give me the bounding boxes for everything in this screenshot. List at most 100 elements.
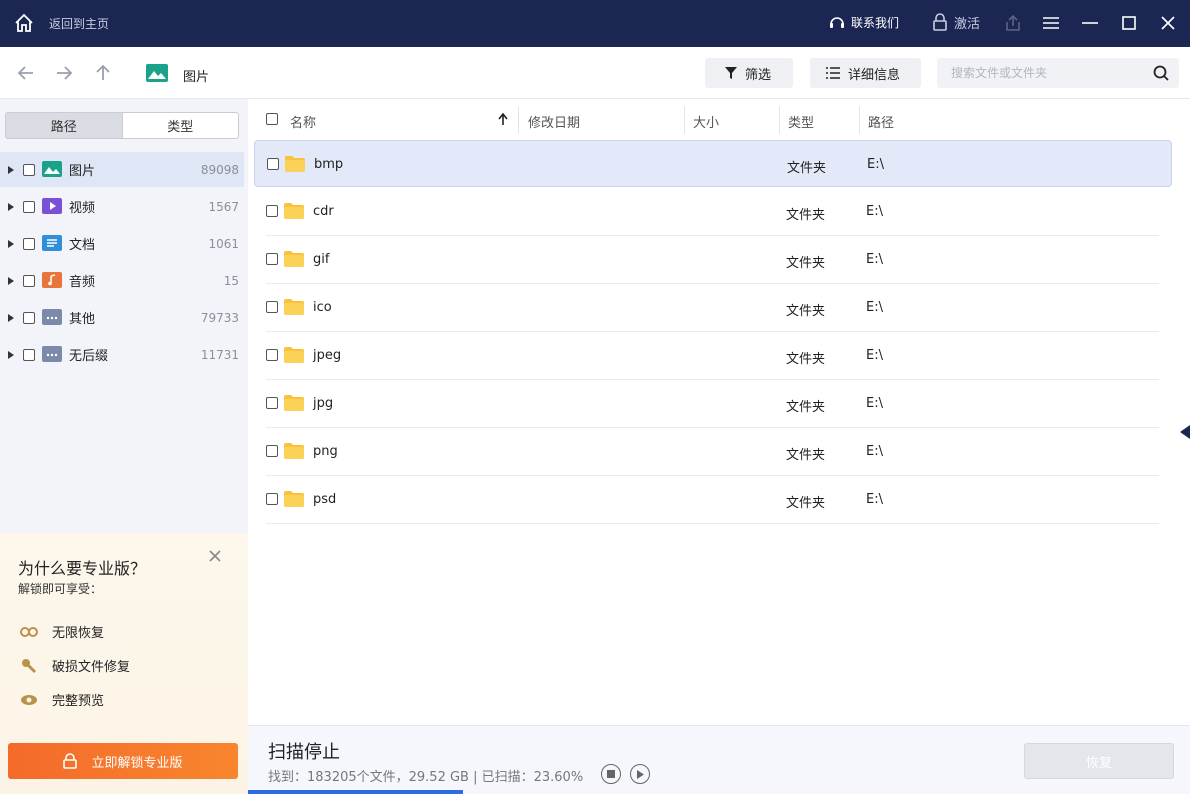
file-type: 文件夹 xyxy=(786,208,826,223)
feature-label: 破损文件修复 xyxy=(52,660,131,675)
expand-triangle-icon[interactable] xyxy=(8,239,14,248)
resume-scan-button[interactable] xyxy=(630,764,650,784)
filter-button[interactable]: 筛选 xyxy=(705,58,793,88)
back-arrow-icon[interactable] xyxy=(17,64,35,82)
row-checkbox[interactable] xyxy=(266,493,278,505)
file-type: 文件夹 xyxy=(786,256,826,271)
column-divider[interactable] xyxy=(779,106,780,134)
file-type: 文件夹 xyxy=(786,304,826,319)
row-checkbox[interactable] xyxy=(266,349,278,361)
table-row[interactable]: psd 文件夹 E:\ xyxy=(266,476,1159,524)
search-box xyxy=(937,58,1179,88)
sidebar-item-label: 其他 xyxy=(69,312,96,327)
file-path: E:\ xyxy=(866,492,883,507)
table-row[interactable]: bmp 文件夹 E:\ xyxy=(254,140,1172,187)
sidebar-item-count: 89098 xyxy=(200,162,239,177)
contact-us-button[interactable]: 联系我们 xyxy=(828,14,899,31)
unlock-pro-button[interactable]: 立即解锁专业版 xyxy=(8,743,238,779)
checkbox[interactable] xyxy=(23,237,35,250)
title-bar: 返回到主页 联系我们 激活 xyxy=(0,0,1190,47)
checkbox[interactable] xyxy=(23,274,35,287)
home-icon[interactable] xyxy=(13,12,35,34)
recover-button[interactable]: 恢复 xyxy=(1024,743,1174,779)
file-name: ico xyxy=(313,300,332,315)
row-checkbox[interactable] xyxy=(266,253,278,265)
checkbox[interactable] xyxy=(23,311,35,324)
image-folder-icon xyxy=(42,161,62,177)
sidebar-item-images[interactable]: 图片 89098 xyxy=(0,152,244,187)
file-path: E:\ xyxy=(866,396,883,411)
view-mode-toggle: 路径 类型 xyxy=(5,112,239,139)
file-type: 文件夹 xyxy=(786,400,826,415)
table-row[interactable]: png 文件夹 E:\ xyxy=(266,428,1159,476)
expand-triangle-icon[interactable] xyxy=(8,313,14,322)
menu-icon[interactable] xyxy=(1040,12,1062,34)
table-row[interactable]: jpg 文件夹 E:\ xyxy=(266,380,1159,428)
video-folder-icon xyxy=(42,198,62,214)
sidebar-item-other[interactable]: 其他 79733 xyxy=(0,300,244,335)
list-icon xyxy=(826,67,840,79)
breadcrumb-current: 图片 xyxy=(183,70,210,85)
expand-triangle-icon[interactable] xyxy=(8,165,14,174)
folder-icon xyxy=(284,443,304,459)
file-type: 文件夹 xyxy=(786,352,826,367)
close-promo-icon[interactable] xyxy=(209,550,221,562)
expand-triangle-icon[interactable] xyxy=(8,202,14,211)
table-row[interactable]: ico 文件夹 E:\ xyxy=(266,284,1159,332)
sidebar-item-count: 79733 xyxy=(200,310,239,325)
sidebar-item-no-extension[interactable]: 无后缀 11731 xyxy=(0,337,244,372)
sidebar-item-label: 图片 xyxy=(69,164,96,179)
sort-ascending-icon[interactable] xyxy=(498,113,508,126)
row-checkbox[interactable] xyxy=(266,301,278,313)
sidebar-item-label: 视频 xyxy=(69,201,96,216)
search-icon[interactable] xyxy=(1153,65,1169,81)
column-divider[interactable] xyxy=(684,106,685,134)
collapse-panel-arrow-icon[interactable] xyxy=(1180,425,1190,439)
tab-type[interactable]: 类型 xyxy=(121,113,238,138)
column-header-path[interactable]: 路径 xyxy=(868,112,894,131)
column-header-type[interactable]: 类型 xyxy=(788,112,814,131)
details-view-button[interactable]: 详细信息 xyxy=(810,58,921,88)
row-checkbox[interactable] xyxy=(266,445,278,457)
sidebar-item-audio[interactable]: 音频 15 xyxy=(0,263,244,298)
checkbox[interactable] xyxy=(23,348,35,361)
sidebar-item-label: 文档 xyxy=(69,238,96,253)
column-header-size[interactable]: 大小 xyxy=(693,112,719,131)
column-header-name[interactable]: 名称 xyxy=(290,112,316,131)
column-header-modified[interactable]: 修改日期 xyxy=(528,112,580,131)
select-all-checkbox[interactable] xyxy=(266,113,278,125)
audio-folder-icon xyxy=(42,272,62,288)
row-checkbox[interactable] xyxy=(266,205,278,217)
activate-button[interactable]: 激活 xyxy=(932,12,980,32)
checkbox[interactable] xyxy=(23,163,35,176)
sidebar-item-videos[interactable]: 视频 1567 xyxy=(0,189,244,224)
tab-path[interactable]: 路径 xyxy=(6,113,122,138)
feature-unlimited-recovery: 无限恢复 xyxy=(20,622,104,641)
table-row[interactable]: jpeg 文件夹 E:\ xyxy=(266,332,1159,380)
forward-arrow-icon[interactable] xyxy=(55,64,73,82)
row-checkbox[interactable] xyxy=(267,158,279,170)
stop-scan-button[interactable] xyxy=(601,764,621,784)
maximize-icon[interactable] xyxy=(1118,12,1140,34)
feature-full-preview: 完整预览 xyxy=(20,690,104,709)
back-to-home-link[interactable]: 返回到主页 xyxy=(49,15,109,32)
infinity-icon xyxy=(20,626,38,637)
expand-triangle-icon[interactable] xyxy=(8,276,14,285)
column-divider[interactable] xyxy=(518,106,519,134)
sidebar-item-count: 1061 xyxy=(208,236,239,251)
close-icon[interactable] xyxy=(1157,12,1179,34)
folder-icon xyxy=(284,347,304,363)
row-checkbox[interactable] xyxy=(266,397,278,409)
column-divider[interactable] xyxy=(859,106,860,134)
share-icon[interactable] xyxy=(1002,12,1024,34)
table-row[interactable]: cdr 文件夹 E:\ xyxy=(266,188,1159,236)
sidebar-item-documents[interactable]: 文档 1061 xyxy=(0,226,244,261)
file-name: gif xyxy=(313,252,330,267)
minimize-icon[interactable] xyxy=(1079,12,1101,34)
sidebar-item-count: 15 xyxy=(223,273,239,288)
checkbox[interactable] xyxy=(23,200,35,213)
up-arrow-icon[interactable] xyxy=(94,64,112,82)
table-row[interactable]: gif 文件夹 E:\ xyxy=(266,236,1159,284)
search-input[interactable] xyxy=(937,58,1137,88)
expand-triangle-icon[interactable] xyxy=(8,350,14,359)
